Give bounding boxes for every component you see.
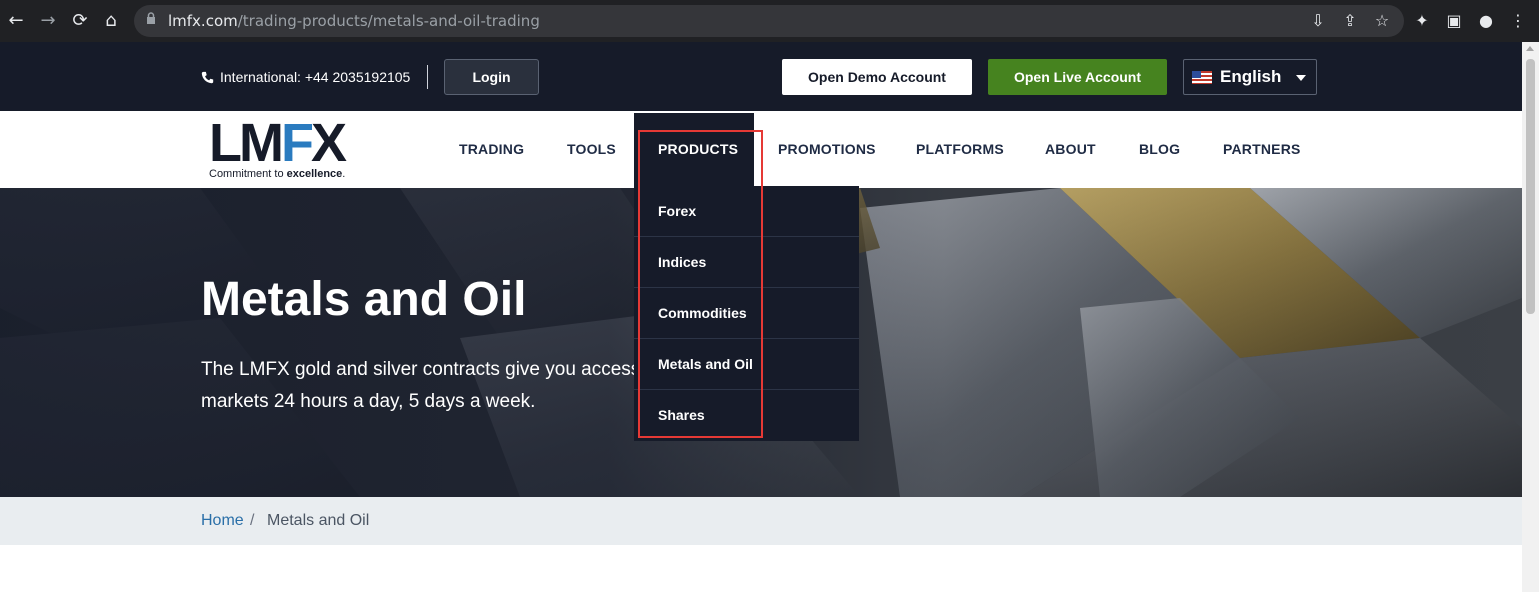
forward-icon[interactable]: → bbox=[38, 11, 58, 31]
breadcrumb-home-link[interactable]: Home bbox=[201, 512, 244, 530]
us-flag-icon bbox=[1192, 70, 1212, 84]
scroll-up-icon[interactable] bbox=[1526, 46, 1534, 51]
menu-item-forex[interactable]: Forex bbox=[634, 186, 859, 237]
nav-item-promotions[interactable]: PROMOTIONS bbox=[778, 141, 876, 157]
profile-icon[interactable]: ● bbox=[1476, 11, 1496, 31]
home-icon[interactable]: ⌂ bbox=[101, 11, 121, 31]
page-title: Metals and Oil bbox=[201, 273, 527, 326]
menu-item-indices[interactable]: Indices bbox=[634, 237, 859, 288]
breadcrumb: Home / Metals and Oil bbox=[0, 497, 1522, 545]
share-icon[interactable]: ⇪ bbox=[1340, 11, 1360, 31]
extensions-icon[interactable]: ✦ bbox=[1412, 11, 1432, 31]
language-select[interactable]: English bbox=[1183, 59, 1317, 95]
install-icon[interactable]: ⇩ bbox=[1308, 11, 1328, 31]
main-navigation: LMFX Commitment to excellence. TRADING T… bbox=[0, 111, 1522, 188]
back-icon[interactable]: ← bbox=[6, 11, 26, 31]
phone-contact[interactable]: International: +44 2035192105 bbox=[201, 69, 410, 85]
chevron-down-icon bbox=[1296, 75, 1306, 81]
menu-item-shares[interactable]: Shares bbox=[634, 390, 859, 441]
nav-item-trading[interactable]: TRADING bbox=[459, 141, 524, 157]
nav-item-partners[interactable]: PARTNERS bbox=[1223, 141, 1301, 157]
divider bbox=[427, 65, 428, 89]
nav-item-platforms[interactable]: PLATFORMS bbox=[916, 141, 1004, 157]
nav-item-products[interactable]: PRODUCTS bbox=[658, 141, 738, 157]
products-dropdown-menu: Forex Indices Commodities Metals and Oil… bbox=[634, 186, 859, 441]
phone-number: International: +44 2035192105 bbox=[220, 69, 411, 85]
login-button[interactable]: Login bbox=[444, 59, 539, 95]
nav-item-tools[interactable]: TOOLS bbox=[567, 141, 616, 157]
open-live-account-button[interactable]: Open Live Account bbox=[988, 59, 1167, 95]
url-text[interactable]: lmfx.com/trading-products/metals-and-oil… bbox=[168, 12, 540, 30]
phone-icon bbox=[201, 71, 214, 83]
scrollbar-thumb[interactable] bbox=[1526, 59, 1535, 314]
menu-item-commodities[interactable]: Commodities bbox=[634, 288, 859, 339]
language-label: English bbox=[1220, 67, 1282, 86]
nav-item-about[interactable]: ABOUT bbox=[1045, 141, 1096, 157]
hero-lead-line-1: The LMFX gold and silver contracts give … bbox=[201, 359, 651, 380]
breadcrumb-separator: / bbox=[250, 512, 255, 529]
logo-tagline: Commitment to excellence. bbox=[209, 168, 346, 180]
nav-item-blog[interactable]: BLOG bbox=[1139, 141, 1180, 157]
browser-toolbar: ← → ⟳ ⌂ lmfx.com/trading-products/metals… bbox=[0, 0, 1539, 42]
sidepanel-icon[interactable]: ▣ bbox=[1444, 11, 1464, 31]
open-demo-account-button[interactable]: Open Demo Account bbox=[782, 59, 972, 95]
menu-item-metals-and-oil[interactable]: Metals and Oil bbox=[634, 339, 859, 390]
lock-icon[interactable] bbox=[146, 12, 156, 25]
logo-wordmark: LMFX bbox=[209, 113, 347, 173]
menu-icon[interactable]: ⋮ bbox=[1508, 11, 1528, 31]
lmfx-logo[interactable]: LMFX Commitment to excellence. bbox=[209, 113, 359, 181]
star-icon[interactable]: ☆ bbox=[1372, 11, 1392, 31]
reload-icon[interactable]: ⟳ bbox=[70, 11, 90, 31]
breadcrumb-current: Metals and Oil bbox=[267, 512, 370, 529]
hero-lead-line-2: markets 24 hours a day, 5 days a week. bbox=[201, 391, 536, 412]
page-scrollbar[interactable] bbox=[1522, 42, 1539, 592]
top-bar: International: +44 2035192105 Login Open… bbox=[0, 42, 1522, 111]
